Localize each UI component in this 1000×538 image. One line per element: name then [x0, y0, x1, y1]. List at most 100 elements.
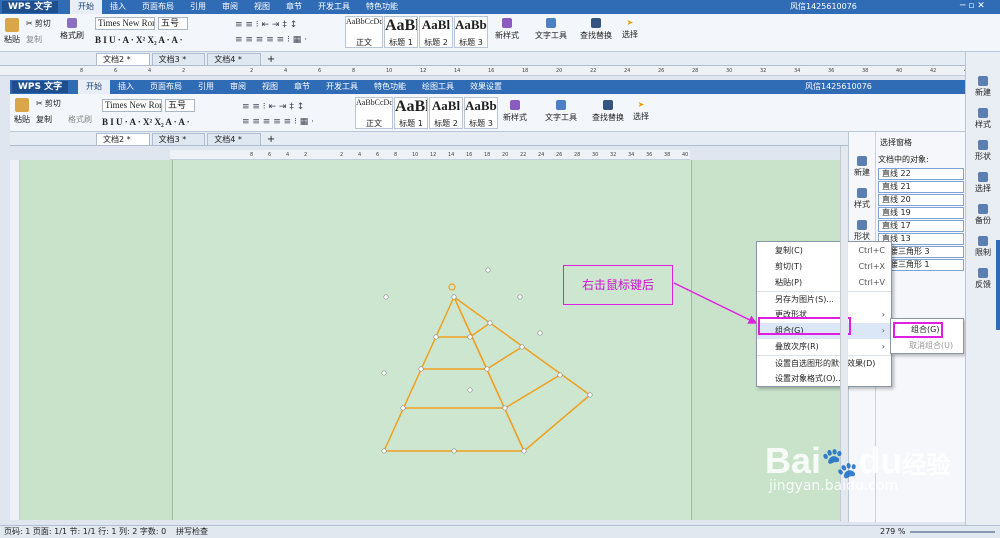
menu-5[interactable]: 视图 — [254, 80, 286, 94]
menu-4[interactable]: 审阅 — [214, 0, 246, 14]
style-3[interactable]: AaBbC 标题 3 — [464, 97, 498, 129]
side-0[interactable]: 新建 — [849, 156, 875, 178]
style-0[interactable]: AaBbCcDd 正文 — [345, 16, 383, 48]
format-painter-button[interactable]: 格式刷 — [60, 18, 84, 41]
pyramid-line-5[interactable] — [486, 346, 523, 370]
new-tab-button[interactable]: + — [263, 134, 279, 145]
side-2[interactable]: 形状 — [966, 140, 1000, 162]
object-item[interactable]: 直线 21 — [878, 181, 964, 193]
context-item-2[interactable]: 粘贴(P) Ctrl+V — [757, 275, 891, 291]
inner-text-tools-button[interactable]: 文字工具 — [545, 100, 577, 123]
object-item[interactable]: 直线 19 — [878, 207, 964, 219]
pyramid-side-triangle[interactable] — [452, 294, 592, 453]
context-item-6[interactable]: 叠放次序(R) › — [757, 339, 891, 355]
selection-pane-title[interactable]: 选择窗格 — [880, 137, 912, 148]
inner-app-logo[interactable]: WPS 文字 — [12, 81, 69, 93]
inner-format-painter-button[interactable]: 格式刷 — [68, 114, 92, 125]
menu-4[interactable]: 审阅 — [222, 80, 254, 94]
inner-align-buttons[interactable]: ≡ ≡ ≡ ≡ ≡ ⁝ ▦ · — [242, 117, 314, 127]
context-item-8[interactable]: 设置对象格式(O)... — [757, 371, 891, 387]
side-1[interactable]: 样式 — [849, 188, 875, 210]
inner-new-style-button[interactable]: 新样式 — [503, 100, 527, 123]
side-0[interactable]: 新建 — [966, 76, 1000, 98]
context-item-7[interactable]: 设置自选图形的默认效果(D) — [757, 355, 891, 371]
menu-3[interactable]: 引用 — [190, 80, 222, 94]
paragraph-buttons[interactable]: ≡ ≡ ⁝ ⇤ ⇥ ‡ ↕ — [235, 20, 297, 30]
object-item[interactable]: 直线 20 — [878, 194, 964, 206]
app-logo[interactable]: WPS 文字 — [2, 1, 59, 13]
doc-tab-1[interactable]: 文档3 * — [151, 53, 206, 65]
inner-cut-button[interactable]: ✂ 剪切 — [36, 98, 61, 109]
inner-select-button[interactable]: ➤ 选择 — [633, 100, 649, 122]
menu-2[interactable]: 页面布局 — [142, 80, 190, 94]
style-0[interactable]: AaBbCcDd 正文 — [355, 97, 393, 129]
style-1[interactable]: AaBl 标题 1 — [394, 97, 428, 129]
style-2[interactable]: AaBl 标题 2 — [419, 16, 453, 48]
doc-tab-0[interactable]: 文档2 * — [96, 53, 150, 65]
object-item[interactable]: 直线 22 — [878, 168, 964, 180]
side-5[interactable]: 限制 — [966, 236, 1000, 258]
align-buttons[interactable]: ≡ ≡ ≡ ≡ ≡ ⁝ ▦ · — [235, 35, 307, 45]
side-4[interactable]: 备份 — [966, 204, 1000, 226]
inner-copy-button[interactable]: 复制 — [36, 114, 52, 125]
menu-7[interactable]: 开发工具 — [318, 80, 366, 94]
menu-10[interactable]: 效果设置 — [462, 80, 510, 94]
side-3[interactable]: 选择 — [966, 172, 1000, 194]
menu-0[interactable]: 开始 — [70, 0, 102, 14]
menu-5[interactable]: 视图 — [246, 0, 278, 14]
doc-tab-1[interactable]: 文档3 * — [151, 133, 206, 145]
text-tools-button[interactable]: 文字工具 — [535, 18, 567, 41]
format-buttons[interactable]: B I U · A · X² X₂ A · A · — [95, 35, 183, 45]
side-panel-edge[interactable] — [996, 240, 1000, 330]
inner-format-buttons[interactable]: B I U · A · X² X₂ A · A · — [102, 117, 190, 127]
zoom-slider[interactable] — [910, 531, 995, 533]
copy-button[interactable]: 复制 — [26, 34, 42, 45]
select-button[interactable]: ➤ 选择 — [622, 18, 638, 40]
menu-3[interactable]: 引用 — [182, 0, 214, 14]
font-size-select[interactable]: 五号 — [158, 17, 188, 30]
context-item-3[interactable]: 另存为图片(S)... — [757, 291, 891, 307]
inner-paragraph-buttons[interactable]: ≡ ≡ ⁝ ⇤ ⇥ ‡ ↕ — [242, 102, 304, 112]
pyramid-line-6[interactable] — [504, 374, 561, 409]
cut-button[interactable]: ✂ 剪切 — [26, 18, 51, 29]
spell-check[interactable]: 拼写检查 — [176, 526, 208, 538]
menu-8[interactable]: 特色功能 — [366, 80, 414, 94]
side-6[interactable]: 反馈 — [966, 268, 1000, 290]
doc-tab-0[interactable]: 文档2 * — [96, 133, 150, 145]
font-name-select[interactable]: Times New Roma — [95, 17, 155, 30]
new-tab-button[interactable]: + — [263, 54, 279, 65]
doc-tab-2[interactable]: 文档4 * — [207, 133, 261, 145]
menu-6[interactable]: 章节 — [286, 80, 318, 94]
menu-0[interactable]: 开始 — [78, 80, 110, 94]
menu-6[interactable]: 章节 — [278, 0, 310, 14]
menu-7[interactable]: 开发工具 — [310, 0, 358, 14]
menu-1[interactable]: 插入 — [110, 80, 142, 94]
inner-font-name-select[interactable]: Times New Roma — [102, 99, 162, 112]
side-2[interactable]: 形状 — [849, 220, 875, 242]
zoom-level[interactable]: 279 % — [880, 526, 905, 538]
inner-font-size-select[interactable]: 五号 — [165, 99, 195, 112]
doc-tab-2[interactable]: 文档4 * — [207, 53, 261, 65]
style-3[interactable]: AaBbC 标题 3 — [454, 16, 488, 48]
find-replace-button[interactable]: 查找替换 — [580, 18, 612, 41]
context-item-0[interactable]: 复制(C) Ctrl+C — [757, 243, 891, 259]
object-item[interactable]: 直线 17 — [878, 220, 964, 232]
paste-button[interactable]: 粘贴 — [4, 18, 20, 45]
inner-paste-button[interactable]: 粘贴 — [14, 98, 30, 125]
rotate-handle[interactable] — [448, 283, 456, 291]
context-item-1[interactable]: 剪切(T) Ctrl+X — [757, 259, 891, 275]
pyramid-front-triangle[interactable] — [382, 295, 526, 452]
menu-9[interactable]: 绘图工具 — [414, 80, 462, 94]
inner-find-replace-button[interactable]: 查找替换 — [592, 100, 624, 123]
menu-2[interactable]: 页面布局 — [134, 0, 182, 14]
window-controls[interactable]: ─ ▫ ✕ — [960, 1, 985, 11]
style-1[interactable]: AaBl 标题 1 — [384, 16, 418, 48]
pyramid-line-4[interactable] — [469, 322, 491, 338]
inner-user-account[interactable]: 风信1425610076 — [805, 81, 872, 92]
ungroup-submenu-item[interactable]: 取消组合(U) — [909, 340, 953, 352]
style-2[interactable]: AaBl 标题 2 — [429, 97, 463, 129]
menu-8[interactable]: 特色功能 — [358, 0, 406, 14]
new-style-button[interactable]: 新样式 — [495, 18, 519, 41]
user-account[interactable]: 风信1425610076 — [790, 1, 857, 12]
group-submenu-item[interactable]: 组合(G) — [893, 322, 943, 338]
